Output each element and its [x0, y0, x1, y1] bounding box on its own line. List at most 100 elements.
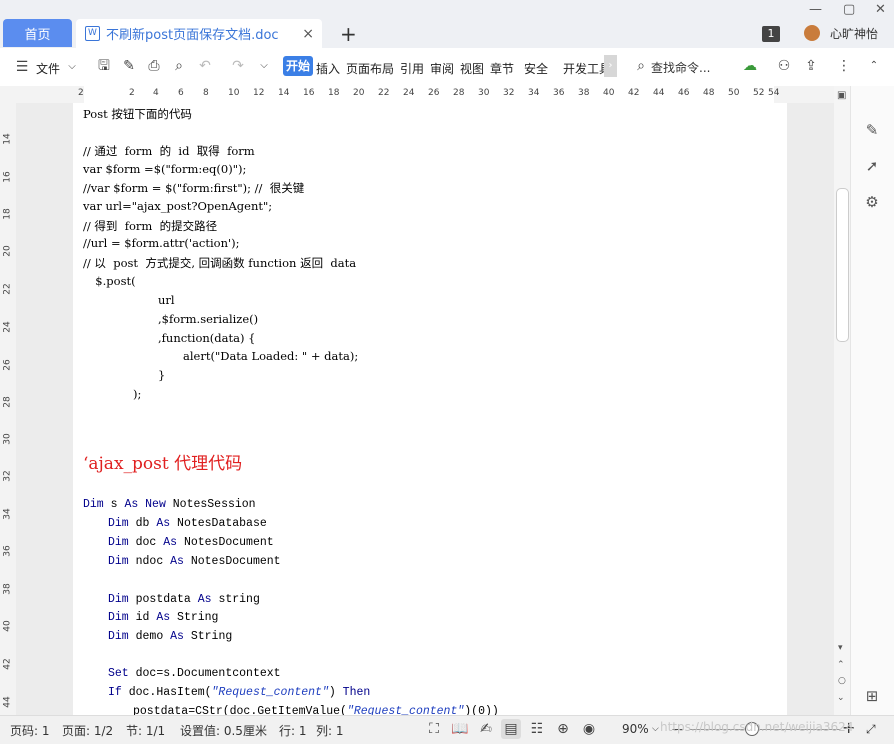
- word-doc-icon: W: [85, 26, 100, 41]
- tab-insert[interactable]: 插入: [316, 60, 340, 77]
- code-line: Dim ndoc As NotesDocument: [108, 555, 281, 568]
- close-window-icon[interactable]: ✕: [875, 2, 886, 17]
- tab-security[interactable]: 安全: [524, 60, 548, 77]
- status-column[interactable]: 列: 1: [316, 722, 344, 739]
- share-icon[interactable]: ⇪: [803, 58, 819, 74]
- code-token: Set: [108, 667, 129, 680]
- left-ruler-tick-label: 16: [2, 171, 13, 183]
- tab-chapter[interactable]: 章节: [490, 60, 514, 77]
- file-menu[interactable]: 文件: [36, 60, 60, 77]
- share-user-icon[interactable]: ⚇: [776, 58, 792, 74]
- vertical-scrollbar[interactable]: [834, 86, 850, 715]
- tab-home[interactable]: 首页: [3, 19, 72, 47]
- status-page-number[interactable]: 页码: 1: [10, 722, 50, 739]
- maximize-icon[interactable]: ▢: [843, 2, 855, 17]
- status-row[interactable]: 行: 1: [279, 722, 307, 739]
- ruler-tick-label: 34: [528, 88, 540, 98]
- ruler-tick-label: 40: [603, 88, 615, 98]
- zoom-level[interactable]: 90%: [622, 722, 649, 736]
- left-ruler-tick-label: 30: [2, 433, 13, 445]
- eye-protection-icon[interactable]: ◉: [579, 719, 599, 739]
- code-token: As: [163, 536, 178, 549]
- section-heading: ‘ajax_post 代理代码: [83, 454, 243, 474]
- code-token: As New: [124, 498, 166, 511]
- left-ruler-tick-label: 36: [2, 545, 13, 557]
- minimize-icon[interactable]: —: [809, 2, 822, 17]
- left-ruler-tick-label: 40: [2, 620, 13, 632]
- tab-view[interactable]: 视图: [460, 60, 484, 77]
- write-mode-icon[interactable]: ✍: [476, 719, 496, 739]
- search-command-input[interactable]: 查找命令...: [651, 59, 710, 76]
- close-tab-icon[interactable]: ×: [302, 26, 314, 42]
- grid-apps-icon[interactable]: ⊞: [862, 686, 882, 706]
- print-icon[interactable]: ⎙: [146, 58, 162, 74]
- code-token: String: [170, 611, 219, 624]
- zoom-fit-icon[interactable]: ⤢: [866, 722, 876, 737]
- ruler-tick-label: 46: [678, 88, 690, 98]
- cursor-select-icon[interactable]: ➚: [862, 156, 882, 176]
- document-line: }: [158, 368, 166, 382]
- tab-page-layout[interactable]: 页面布局: [346, 60, 394, 77]
- code-token: As: [197, 593, 212, 606]
- document-page[interactable]: Post 按钮下面的代码 // 通过 form 的 id 取得 form var $…: [73, 103, 787, 715]
- ruler-toggle-icon[interactable]: ▣: [837, 90, 846, 101]
- undo-icon[interactable]: ↶: [197, 58, 213, 74]
- window-count-badge[interactable]: 1: [762, 26, 780, 42]
- username[interactable]: 心旷神怡: [830, 25, 878, 42]
- prev-page-icon[interactable]: ⌃: [837, 660, 845, 670]
- chevron-down-icon[interactable]: ⌵: [64, 59, 80, 75]
- hamburger-menu-icon[interactable]: ☰: [14, 59, 30, 75]
- status-setting[interactable]: 设置值: 0.5厘米: [180, 722, 267, 739]
- code-token: NotesDatabase: [170, 517, 267, 530]
- code-token: ): [328, 686, 343, 699]
- tab-developer[interactable]: 开发工具: [563, 60, 605, 77]
- status-section[interactable]: 节: 1/1: [126, 722, 165, 739]
- redo-icon[interactable]: ↷: [230, 58, 246, 74]
- code-line: Dim demo As String: [108, 630, 232, 643]
- scrollbar-thumb[interactable]: [836, 188, 849, 342]
- document-line: $.post(: [88, 274, 136, 288]
- print-preview-icon[interactable]: ⌕: [171, 58, 187, 74]
- zoom-dropdown-icon[interactable]: ⌵: [652, 724, 659, 734]
- cloud-sync-icon[interactable]: ☁: [742, 58, 758, 74]
- document-line: Post 按钮下面的代码: [83, 107, 192, 121]
- settings-sliders-icon[interactable]: ⚙: [862, 192, 882, 212]
- outline-view-icon[interactable]: ☷: [527, 719, 547, 739]
- avatar[interactable]: [804, 25, 820, 41]
- toolbar-scroll-right[interactable]: ›: [604, 55, 617, 77]
- ruler-tick-label: 2: [129, 88, 135, 98]
- read-mode-icon[interactable]: 📖: [450, 719, 470, 739]
- document-line: var $form =$("form:eq(0)");: [83, 162, 247, 176]
- collapse-ribbon-icon[interactable]: ⌃: [866, 58, 882, 74]
- ruler-tick-label: 32: [503, 88, 515, 98]
- next-page-icon[interactable]: ⌄: [837, 693, 845, 703]
- save-icon[interactable]: 🖫: [96, 58, 112, 74]
- scroll-down-icon[interactable]: ▾: [838, 643, 843, 653]
- ruler-tick-label: 18: [328, 88, 340, 98]
- watermark: https://blog.csdn.net/weijia3624: [660, 720, 854, 734]
- document-line: // 得到 form 的提交路径: [83, 219, 218, 233]
- document-line: );: [133, 387, 142, 401]
- web-view-icon[interactable]: ⊕: [553, 719, 573, 739]
- status-page[interactable]: 页面: 1/2: [62, 722, 113, 739]
- page-view-icon[interactable]: ▤: [501, 719, 521, 739]
- tab-start[interactable]: 开始: [283, 56, 313, 76]
- format-painter-icon[interactable]: ✎: [121, 58, 137, 74]
- quick-access-dropdown-icon[interactable]: ⌵: [256, 58, 272, 74]
- code-token: Then: [342, 686, 371, 699]
- tab-references[interactable]: 引用: [400, 60, 424, 77]
- left-ruler-tick-label: 42: [2, 658, 13, 670]
- tab-review[interactable]: 审阅: [430, 60, 454, 77]
- left-ruler-tick-label: 32: [2, 470, 13, 482]
- ruler-tick-label: 30: [478, 88, 490, 98]
- ruler-tick-label: 22: [378, 88, 390, 98]
- code-token: s: [103, 498, 125, 511]
- fullscreen-icon[interactable]: ⛶: [424, 719, 444, 739]
- tab-document[interactable]: W 不刷新post页面保存文档.doc ×: [76, 19, 322, 48]
- select-browse-icon[interactable]: ○: [838, 676, 846, 686]
- more-options-icon[interactable]: ⋮: [836, 58, 852, 74]
- code-token: String: [183, 630, 233, 643]
- edit-pen-icon[interactable]: ✎: [862, 120, 882, 140]
- ruler-tick-label: 28: [453, 88, 465, 98]
- new-tab-button[interactable]: +: [340, 22, 357, 46]
